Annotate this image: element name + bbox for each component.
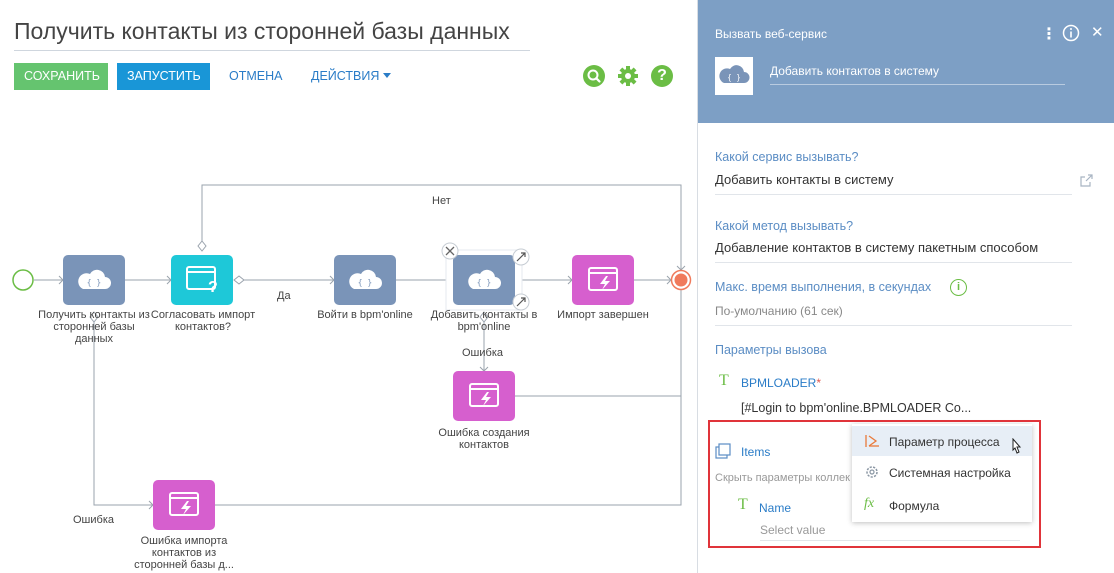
menu-item-system-setting[interactable]: Системная настройка (852, 457, 1032, 487)
service-field[interactable]: Добавить контакты в систему (715, 172, 1072, 195)
edge-label-no: Нет (432, 195, 451, 207)
formula-fx-icon: fx (864, 496, 875, 511)
cancel-button[interactable]: ОТМЕНА (229, 69, 282, 83)
label-approve-import: Согласовать импорт контактов? (150, 309, 256, 333)
caret-down-icon (383, 73, 392, 78)
svg-text:{ }: { } (727, 73, 741, 82)
web-service-icon: { } (715, 57, 753, 95)
system-setting-gear-icon (864, 464, 880, 483)
panel-header: Вызвать веб-сервис ⋮ ✕ { } Добавить конт… (698, 0, 1114, 123)
edge-label-error-import: Ошибка (73, 514, 114, 526)
close-icon[interactable]: ✕ (1091, 23, 1104, 41)
menu-item-label: Параметр процесса (889, 435, 1000, 449)
task-approve-import: ? (171, 255, 233, 305)
task-login: { } (334, 255, 396, 305)
collection-icon (715, 442, 733, 465)
task-get-contacts: { } (63, 255, 125, 305)
params-label: Параметры вызова (715, 343, 827, 357)
process-designer-screen: Получить контакты из сторонней базы данн… (0, 0, 1114, 573)
task-error-import (153, 480, 215, 530)
timeout-info-icon[interactable]: i (950, 279, 967, 296)
hide-collection-params-link[interactable]: Скрыть параметры коллек (715, 472, 855, 484)
value-source-dropdown: Параметр процесса Системная настройка fx… (852, 424, 1032, 522)
param-name-name: Name (759, 501, 792, 515)
run-button[interactable]: ЗАПУСТИТЬ (117, 63, 210, 90)
text-param-icon-name: T (738, 496, 748, 513)
param-bpmloader-value[interactable]: [#Login to bpm'online.BPMLOADER Co... (741, 401, 971, 415)
param-items-name[interactable]: Items (741, 445, 770, 459)
menu-item-formula[interactable]: fx Формула (852, 490, 1032, 520)
process-diagram: { } ? { } { } (12, 184, 692, 530)
svg-text:{ }: { } (87, 278, 101, 287)
text-param-icon: T (719, 372, 729, 389)
timeout-label: Макс. время выполнения, в секундах (715, 280, 932, 294)
label-import-done: Импорт завершен (557, 309, 649, 321)
more-options-icon[interactable]: ⋮ (1041, 24, 1057, 44)
method-field[interactable]: Добавление контактов в систему пакетным … (715, 240, 1072, 263)
label-error-import: Ошибка импорта контактов из сторонней ба… (134, 535, 234, 571)
label-login: Войти в bpm'online (317, 309, 413, 321)
service-label: Какой сервис вызывать? (715, 150, 859, 164)
info-icon[interactable] (1062, 24, 1080, 47)
svg-text:{ }: { } (358, 278, 372, 287)
label-get-contacts: Получить контакты из сторонней базы данн… (38, 309, 150, 345)
element-name[interactable]: Добавить контактов в систему (770, 64, 1065, 85)
flow-error-create-to-end (515, 290, 682, 397)
save-button[interactable]: СОХРАНИТЬ (14, 63, 108, 90)
actions-menu-button[interactable]: ДЕЙСТВИЯ (311, 69, 392, 83)
help-icon[interactable]: ? (651, 65, 673, 87)
process-parameter-icon (864, 433, 880, 452)
actions-label: ДЕЙСТВИЯ (311, 69, 380, 83)
element-type-title: Вызвать веб-сервис (715, 27, 827, 41)
page-title: Получить контакты из сторонней базы данн… (14, 18, 530, 51)
svg-text:?: ? (208, 279, 218, 296)
svg-text:{ }: { } (477, 278, 491, 287)
method-label: Какой метод вызывать? (715, 219, 854, 233)
menu-item-process-parameter[interactable]: Параметр процесса (852, 426, 1032, 456)
search-icon[interactable] (583, 65, 605, 87)
label-error-create: Ошибка создания контактов (438, 427, 530, 451)
gear-icon[interactable] (617, 65, 639, 87)
open-link-icon[interactable] (1079, 174, 1093, 193)
param-bpmloader-name: BPMLOADER (741, 376, 817, 390)
name-value-input[interactable]: Select value (760, 523, 1020, 541)
task-add-contacts: { } (441, 242, 530, 311)
designer-area: Получить контакты из сторонней базы данн… (0, 0, 697, 573)
param-bpmloader: BPMLOADER* (741, 376, 821, 390)
timeout-field[interactable]: По-умолчанию (61 сек) (715, 304, 1072, 326)
label-add-contacts: Добавить контакты в bpm'online (430, 309, 538, 333)
menu-item-label: Системная настройка (889, 466, 1011, 480)
required-mark: * (816, 376, 822, 390)
edge-label-error-create: Ошибка (462, 347, 503, 359)
start-event (12, 269, 34, 291)
task-import-done (572, 255, 634, 305)
edge-label-yes: Да (277, 290, 291, 302)
mouse-pointer-icon (1009, 437, 1023, 463)
menu-item-label: Формула (889, 499, 940, 513)
task-error-create (453, 371, 515, 421)
